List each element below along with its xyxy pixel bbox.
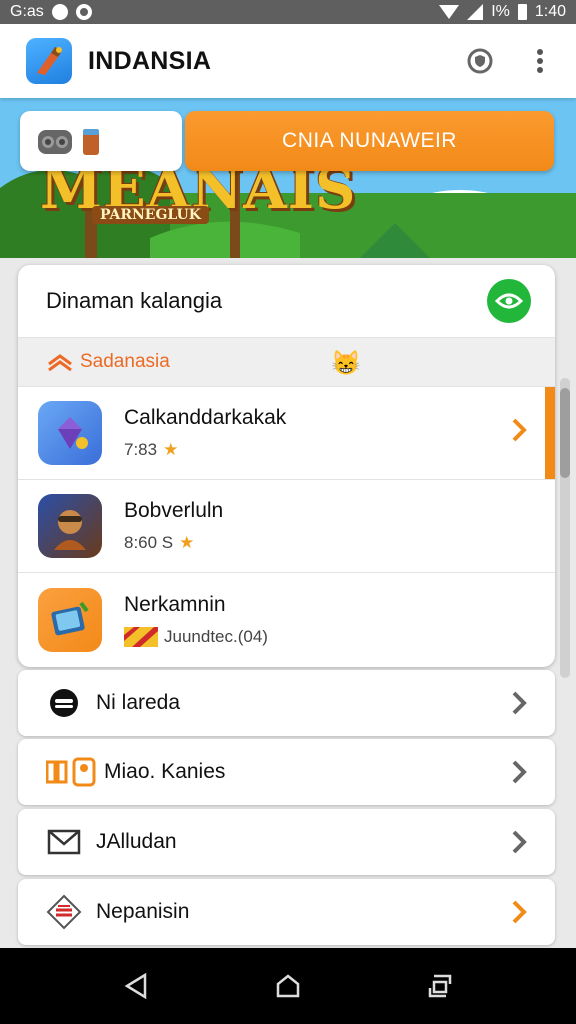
chevron-right-icon [512, 691, 527, 715]
promo-banner[interactable]: MEANAIS PARNEGLUK CNIA NUNAWEIR [0, 98, 576, 258]
back-icon[interactable] [112, 962, 160, 1010]
menu-item-1[interactable]: Ni lareda [18, 670, 555, 736]
mask-icon [46, 685, 82, 721]
chevron-right-icon [512, 760, 527, 784]
star-icon: ★ [163, 440, 179, 459]
menu-item-label: Ni lareda [96, 691, 181, 714]
banner-chip[interactable] [20, 111, 182, 171]
game-hero-icon [38, 494, 102, 558]
game-tablet-icon [38, 587, 102, 652]
chevron-right-icon [512, 830, 527, 854]
section-emoji: 😸 [331, 350, 361, 377]
system-nav-bar [0, 948, 576, 1024]
status-left-text: G:as [10, 3, 44, 20]
game-name: Nerkamnin [124, 592, 226, 616]
mail-icon [46, 824, 82, 860]
chevron-right-icon [512, 900, 527, 924]
sync-icon [75, 4, 92, 20]
home-icon[interactable] [264, 962, 312, 1010]
app-bar: INDANSIA [0, 24, 576, 98]
scrollbar-thumb[interactable] [560, 388, 570, 478]
section-label: Sadanasia [80, 351, 170, 372]
game-item-3[interactable]: Nerkamnin Juundtec.(04) [18, 573, 555, 666]
recents-icon[interactable] [416, 962, 464, 1010]
menu-item-label: JAlludan [96, 830, 177, 853]
double-chevron-up-icon [48, 354, 72, 372]
shield-icon[interactable] [462, 43, 498, 79]
menu-item-2[interactable]: Miao. Kanies [18, 739, 555, 805]
status-bar: G:as I% 1:40 [0, 0, 576, 24]
menu-item-label: Miao. Kanies [104, 760, 226, 783]
banner-game-subtitle: PARNEGLUK [92, 206, 209, 224]
gamepad-icon [38, 130, 72, 154]
game-item-2[interactable]: Bobverluln 8:60 S ★ [18, 480, 555, 573]
active-indicator [545, 387, 555, 479]
game-meta: 7:83 [124, 440, 158, 459]
battery-icon [517, 4, 527, 20]
games-card: Dinaman kalangia Sadanasia 😸 Calkanddark… [18, 265, 555, 667]
cup-icon [83, 129, 99, 155]
card-title: Dinaman kalangia [46, 288, 223, 313]
card-header: Dinaman kalangia [18, 265, 555, 337]
game-item-1[interactable]: Calkanddarkakak 7:83 ★ [18, 387, 555, 480]
certificate-icon [46, 894, 82, 930]
flag-icon [124, 626, 158, 647]
menu-item-3[interactable]: JAlludan [18, 809, 555, 875]
star-icon: ★ [179, 533, 195, 552]
notification-icon [51, 4, 68, 20]
game-name: Calkanddarkakak [124, 406, 287, 429]
game-meta: 8:60 S [124, 533, 174, 552]
game-app-logo-icon[interactable] [26, 38, 72, 84]
app-title: INDANSIA [88, 46, 212, 75]
pages-icon [46, 754, 100, 790]
wifi-icon [439, 5, 460, 19]
eye-icon[interactable] [487, 279, 531, 323]
status-time: 1:40 [534, 3, 566, 20]
signal-icon [467, 4, 484, 20]
banner-cta-button[interactable]: CNIA NUNAWEIR [185, 111, 554, 171]
more-vert-icon[interactable] [522, 43, 558, 79]
game-name: Bobverluln [124, 499, 224, 522]
menu-item-4[interactable]: Nepanisin [18, 879, 555, 945]
section-header[interactable]: Sadanasia 😸 [18, 337, 555, 387]
game-diamond-icon [38, 401, 102, 465]
game-meta: Juundtec.(04) [164, 626, 268, 646]
battery-text: I% [491, 3, 510, 20]
menu-item-label: Nepanisin [96, 900, 190, 923]
chevron-right-icon [512, 418, 527, 442]
